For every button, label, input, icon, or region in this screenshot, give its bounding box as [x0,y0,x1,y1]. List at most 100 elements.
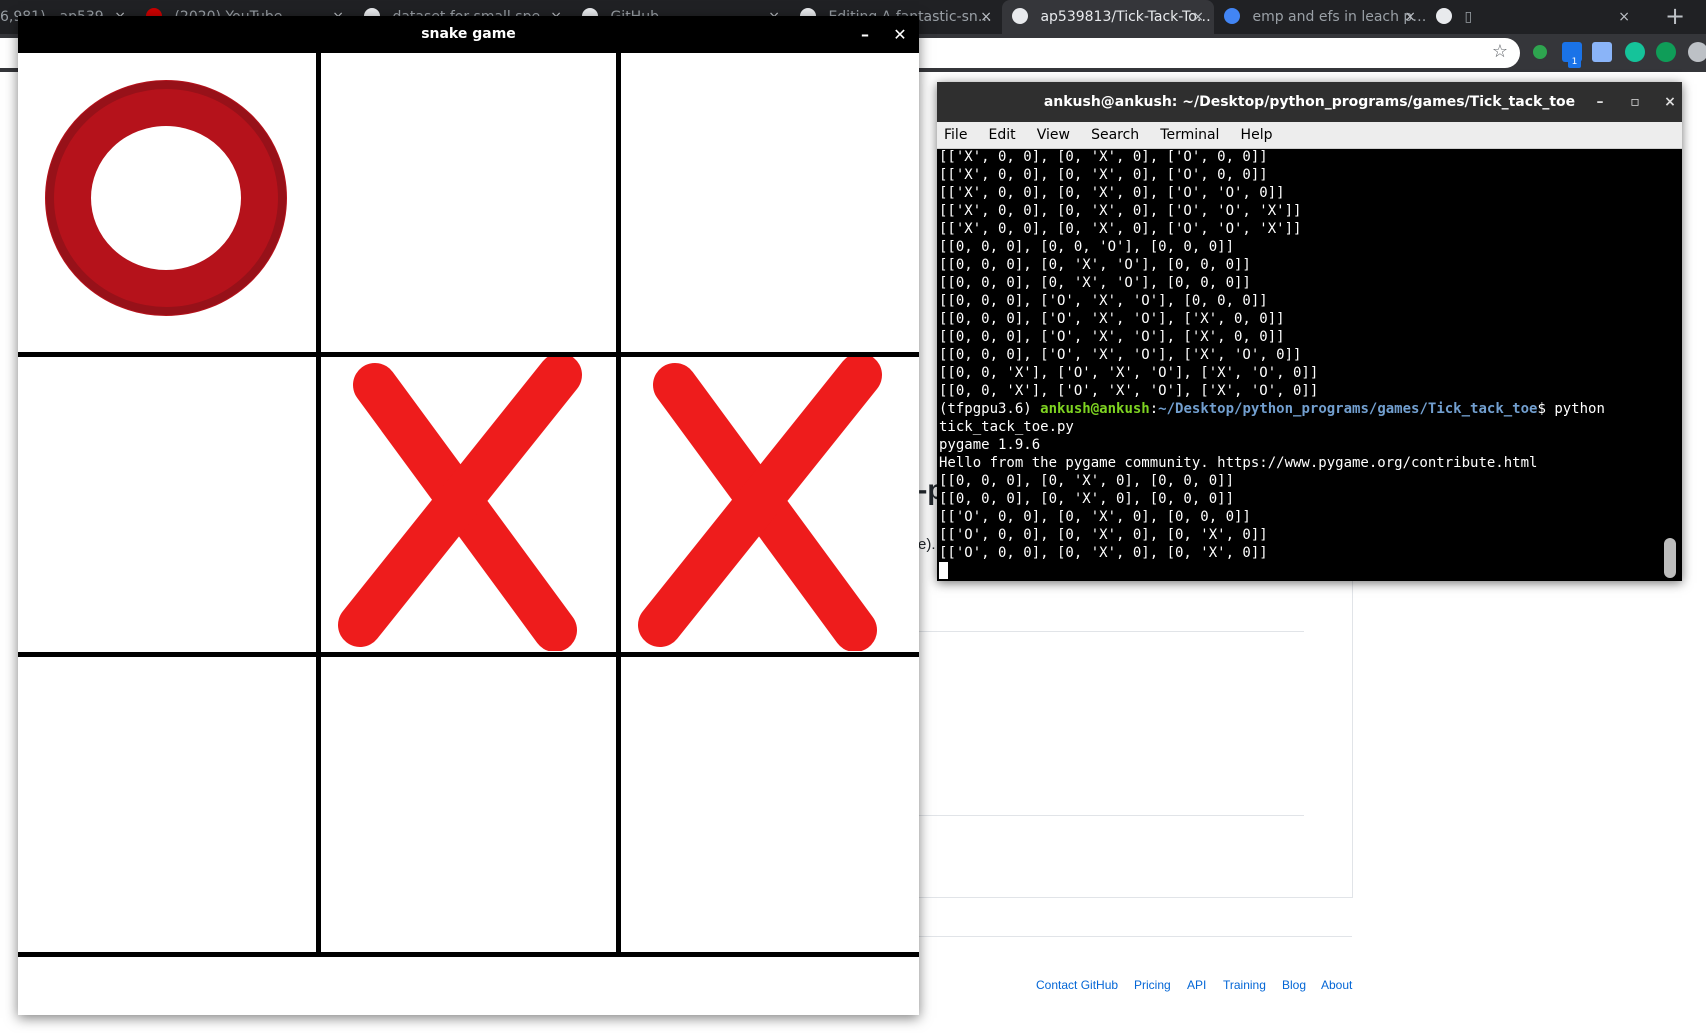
prompt-symbol: $ [1537,401,1555,417]
terminal-line: [[0, 0, 0], ['O', 'X', 'O'], ['X', 0, 0]… [939,329,1285,345]
game-title: snake game [421,26,516,42]
board-cell-1-2[interactable] [620,353,916,652]
terminal-line: [['X', 0, 0], [0, 'X', 0], ['O', 0, 0]] [939,167,1268,183]
footer-link-blog[interactable]: Blog [1282,978,1306,992]
terminal-line: [['X', 0, 0], [0, 'X', 0], ['O', 'O', 'X… [939,203,1302,219]
menu-file[interactable]: File [937,122,975,148]
terminal-line: tick_tack_toe.py [939,419,1074,435]
close-icon[interactable]: × [1658,82,1682,122]
x-mark-icon [638,353,882,652]
terminal-line: pygame 1.9.6 [939,437,1041,453]
grammarly-icon[interactable] [1625,42,1645,62]
terminal-line: [[0, 0, 0], [0, 'X', 'O'], [0, 0, 0]] [939,275,1251,291]
prompt-colon: : [1149,401,1159,417]
minimize-icon[interactable]: – [853,16,877,53]
grid-line-vertical [316,53,321,955]
board-cell-2-0[interactable] [18,655,314,951]
minimize-icon[interactable]: – [1588,82,1612,122]
terminal-line: [[0, 0, 0], [0, 0, 'O'], [0, 0, 0]] [939,239,1235,255]
terminal-cursor-line [939,562,1657,580]
terminal-line: [[0, 0, 0], ['O', 'X', 'O'], ['X', 0, 0]… [939,311,1285,327]
prompt-env: (tfpgpu3.6) [939,401,1041,417]
new-tab-button[interactable]: + [1658,0,1692,34]
divider [918,815,1304,816]
tab-title: ap539813/Tick-Tack-To… [1040,9,1211,25]
extension-badge: 1 [1568,56,1581,68]
game-window: snake game – ✕ [18,16,919,1015]
terminal-line: [[0, 0, 0], [0, 'X', 'O'], [0, 0, 0]] [939,257,1251,273]
globe-favicon-icon [1436,8,1452,24]
bookmark-star-icon[interactable]: ☆ [1492,41,1508,62]
terminal-output[interactable]: [['X', 0, 0], [0, 'X', 0], ['O', 0, 0]] … [939,148,1657,581]
extension-image-icon[interactable] [1592,42,1612,62]
browser-tab[interactable]: ▯ × [1426,0,1640,34]
prompt-user: ankush@ankush [1040,401,1150,417]
footer-link-api[interactable]: API [1187,978,1206,992]
tab-close-icon[interactable]: × [1192,0,1204,34]
footer-link-pricing[interactable]: Pricing [1134,978,1171,992]
board-cell-0-1[interactable] [320,53,616,349]
terminal-cursor [939,562,948,579]
terminal-line: [['X', 0, 0], [0, 'X', 0], ['O', 'O', 0]… [939,185,1285,201]
tab-close-icon[interactable]: × [1404,0,1416,34]
menu-view[interactable]: View [1029,122,1078,148]
grid-line-horizontal [18,952,919,957]
extension-ring-icon[interactable] [1530,42,1550,62]
terminal-line: [[0, 0, 0], ['O', 'X', 'O'], [0, 0, 0]] [939,293,1268,309]
browser-tab[interactable]: emp and efs in leach p… × [1214,0,1426,34]
tab-close-icon[interactable]: × [980,0,992,34]
terminal-window: ankush@ankush: ~/Desktop/python_programs… [937,82,1682,581]
board-cell-2-2[interactable] [620,655,916,951]
grid-line-horizontal [18,352,919,357]
terminal-line: [['O', 0, 0], [0, 'X', 0], [0, 0, 0]] [939,509,1251,525]
grid-line-vertical [616,53,621,955]
terminal-menu-bar: File Edit View Search Terminal Help [937,122,1682,149]
terminal-line: [[0, 0, 'X'], ['O', 'X', 'O'], ['X', 'O'… [939,365,1319,381]
prompt-path: ~/Desktop/python_programs/games/Tick_tac… [1158,401,1538,417]
x-mark-icon [338,353,582,652]
extension-leaf-icon[interactable] [1656,42,1676,62]
footer-link-training[interactable]: Training [1223,978,1266,992]
terminal-title: ankush@ankush: ~/Desktop/python_programs… [1043,94,1576,110]
extension-misc-icon[interactable] [1688,42,1706,62]
terminal-line: Hello from the pygame community. https:/… [939,455,1538,471]
prompt-command: python [1554,401,1605,417]
o-mark-icon [45,80,287,316]
board-cell-0-2[interactable] [620,53,916,349]
divider [918,631,1304,632]
google-favicon-icon [1224,8,1240,24]
tab-close-icon[interactable]: × [1618,0,1630,34]
terminal-line: [['O', 0, 0], [0, 'X', 0], [0, 'X', 0]] [939,527,1268,543]
board-cell-0-0[interactable] [18,53,314,349]
github-text-fragment: e). [918,536,936,553]
divider [918,936,1352,937]
terminal-line: [['X', 0, 0], [0, 'X', 0], ['O', 'O', 'X… [939,221,1302,237]
menu-search[interactable]: Search [1083,122,1147,148]
game-title-bar[interactable]: snake game – ✕ [18,16,919,53]
terminal-title-bar[interactable]: ankush@ankush: ~/Desktop/python_programs… [937,82,1682,122]
menu-edit[interactable]: Edit [981,122,1024,148]
maximize-icon[interactable]: ▫ [1623,82,1647,122]
grid-line-horizontal [18,652,919,657]
terminal-scrollbar[interactable] [1664,538,1676,578]
terminal-line: [[0, 0, 0], [0, 'X', 0], [0, 0, 0]] [939,491,1235,507]
tab-title: emp and efs in leach p… [1252,9,1426,25]
footer-link-contact[interactable]: Contact GitHub [1036,978,1118,992]
github-favicon-icon [1012,8,1028,24]
terminal-line: [[0, 0, 'X'], ['O', 'X', 'O'], ['X', 'O'… [939,383,1319,399]
footer-link-about[interactable]: About [1321,978,1352,992]
menu-help[interactable]: Help [1233,122,1281,148]
browser-tab-active[interactable]: ap539813/Tick-Tack-To… × [1002,0,1214,34]
tic-tac-toe-board[interactable] [18,53,919,1015]
board-cell-2-1[interactable] [320,655,616,951]
terminal-line: [[0, 0, 0], ['O', 'X', 'O'], ['X', 'O', … [939,347,1302,363]
terminal-prompt-line: (tfpgpu3.6) ankush@ankush:~/Desktop/pyth… [939,400,1657,418]
board-cell-1-0[interactable] [18,355,314,651]
board-cell-1-1[interactable] [320,353,616,652]
terminal-line: [['O', 0, 0], [0, 'X', 0], [0, 'X', 0]] [939,545,1268,561]
terminal-line: [['X', 0, 0], [0, 'X', 0], ['O', 0, 0]] [939,149,1268,165]
menu-terminal[interactable]: Terminal [1152,122,1227,148]
tab-title: ▯ [1464,9,1473,25]
terminal-line: [[0, 0, 0], [0, 'X', 0], [0, 0, 0]] [939,473,1235,489]
close-icon[interactable]: ✕ [888,16,912,53]
